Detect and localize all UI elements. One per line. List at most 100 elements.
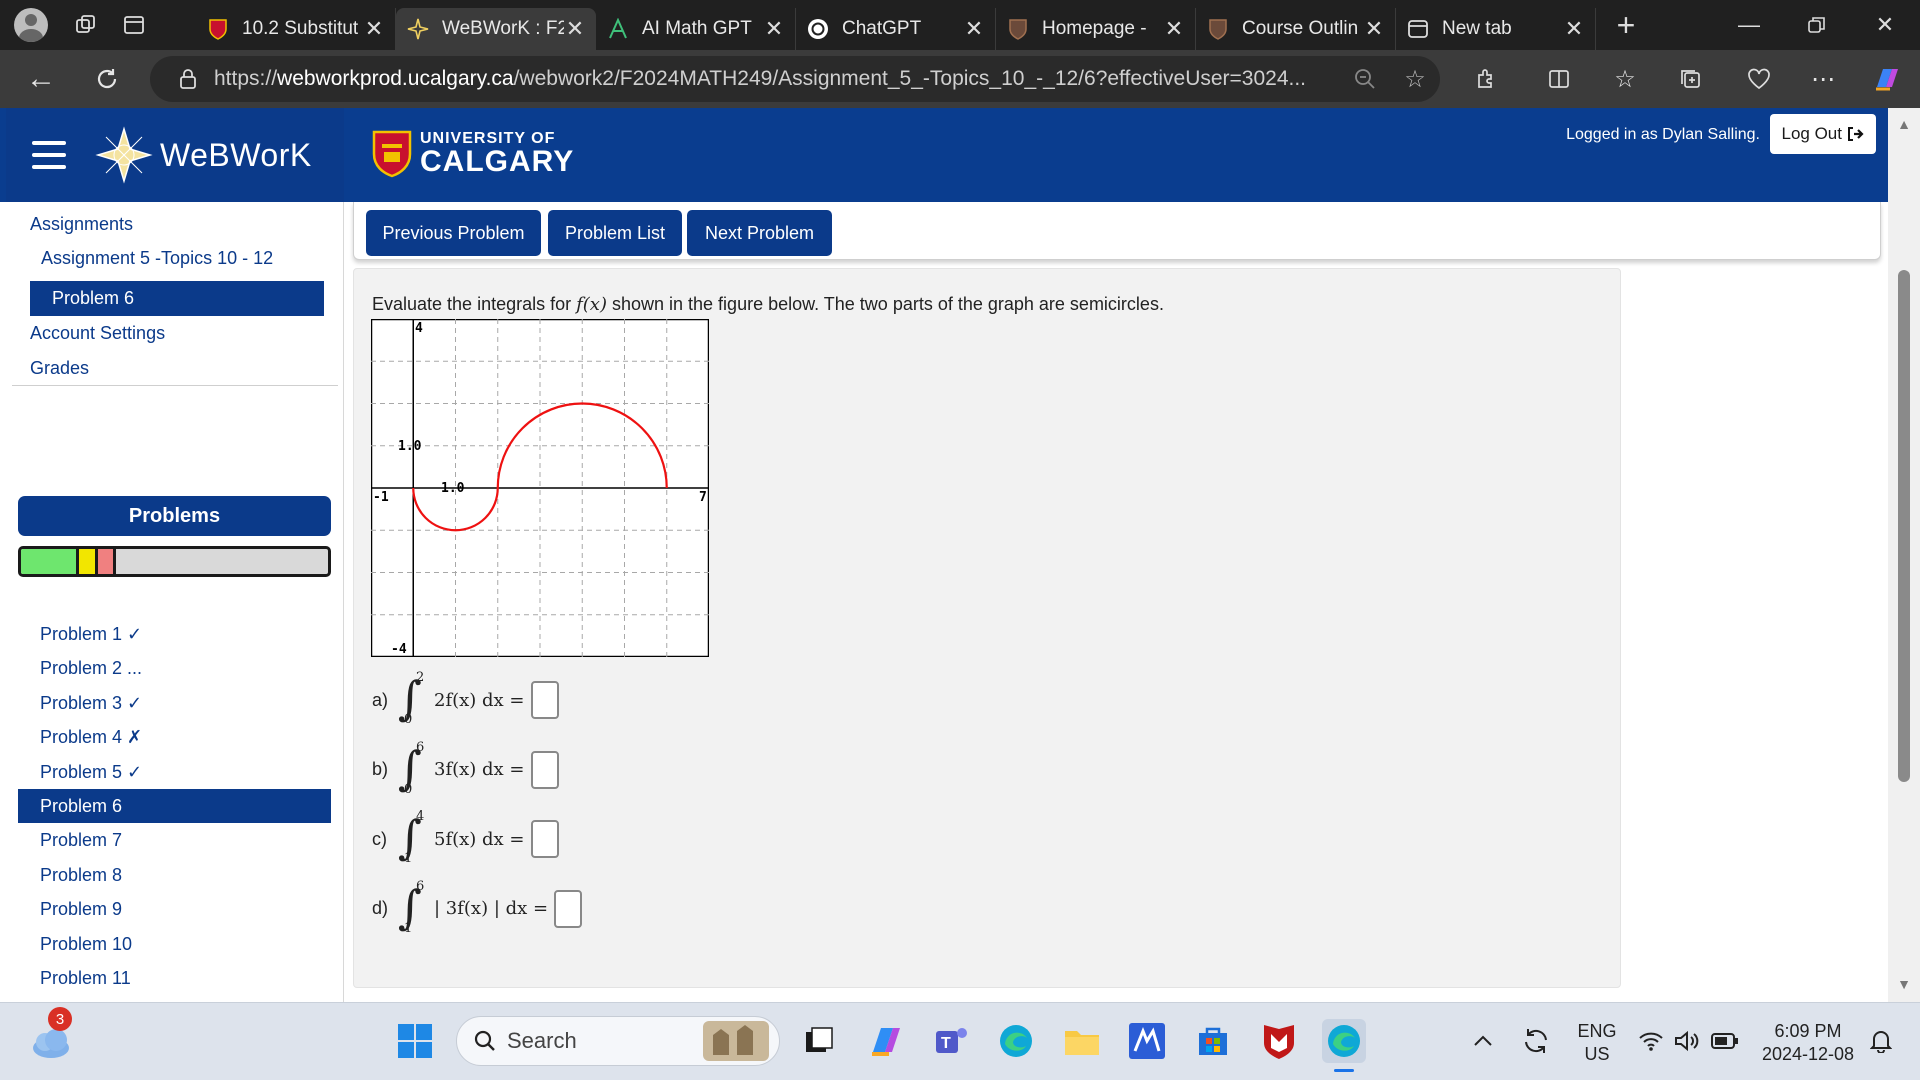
close-icon[interactable]: ✕ <box>963 16 985 42</box>
zoom-icon[interactable] <box>1340 68 1390 90</box>
tab-ai-math-gpt[interactable]: AI Math GPT ✕ <box>596 8 796 50</box>
sidebar-item-account-settings[interactable]: Account Settings <box>30 323 165 344</box>
favorites-icon[interactable]: ☆ <box>1602 56 1648 102</box>
microsoft-store-icon[interactable] <box>1191 1019 1235 1063</box>
sidebar-problem-4[interactable]: Problem 4 ✗ <box>40 727 142 748</box>
part-label: b) <box>372 759 389 779</box>
problem-list-button[interactable]: Problem List <box>548 210 682 256</box>
language-indicator[interactable]: ENG US <box>1574 1020 1620 1065</box>
browser-essentials-icon[interactable] <box>1736 56 1782 102</box>
tab-chatgpt[interactable]: ChatGPT ✕ <box>796 8 996 50</box>
notification-bell-icon[interactable] <box>1866 1019 1896 1063</box>
previous-problem-button[interactable]: Previous Problem <box>366 210 541 256</box>
collections-icon[interactable] <box>1668 56 1714 102</box>
sync-icon[interactable] <box>1514 1019 1558 1063</box>
sidebar-problem-5[interactable]: Problem 5 ✓ <box>40 762 142 783</box>
teams-icon[interactable]: T <box>929 1019 973 1063</box>
more-options-icon[interactable]: ⋯ <box>1800 56 1846 102</box>
edge-active-icon[interactable] <box>1322 1019 1366 1072</box>
page-header: WeBWorK UNIVERSITY OF CALGARY Logged in … <box>0 108 1888 202</box>
taskbar-search[interactable]: Search <box>456 1016 780 1066</box>
mcafee-shield-icon[interactable] <box>1257 1019 1301 1063</box>
copilot-app-icon[interactable] <box>864 1019 908 1063</box>
sidebar-problem-11[interactable]: Problem 11 <box>40 968 131 989</box>
sidebar-item-assignments[interactable]: Assignments <box>30 214 133 235</box>
scroll-down-icon[interactable]: ▼ <box>1896 976 1912 992</box>
problems-header[interactable]: Problems <box>18 496 331 536</box>
tray-chevron-up-icon[interactable] <box>1468 1019 1498 1063</box>
calgary-crest-icon <box>372 130 412 178</box>
weather-widget-icon[interactable]: 3 <box>26 1007 76 1065</box>
webwork-page: WeBWorK UNIVERSITY OF CALGARY Logged in … <box>0 108 1888 1002</box>
file-explorer-icon[interactable] <box>1060 1019 1104 1063</box>
task-view-icon[interactable] <box>797 1019 841 1063</box>
answer-input[interactable] <box>554 889 583 928</box>
sidebar-problem-3[interactable]: Problem 3 ✓ <box>40 693 142 714</box>
sidebar-problem-9[interactable]: Problem 9 <box>40 899 122 920</box>
integral-sign: ∫ 6 1 <box>398 878 425 936</box>
sidebar-problem-10[interactable]: Problem 10 <box>40 934 132 955</box>
reload-icon[interactable] <box>84 56 130 102</box>
new-tab-button[interactable]: + <box>1596 0 1656 50</box>
menu-hamburger-icon[interactable] <box>32 141 66 169</box>
close-icon[interactable]: ✕ <box>763 16 785 42</box>
university-logo[interactable]: UNIVERSITY OF CALGARY <box>372 130 574 178</box>
logout-button[interactable]: Log Out <box>1769 114 1876 154</box>
tab-new-tab[interactable]: New tab ✕ <box>1396 8 1596 50</box>
logged-in-text: Logged in as Dylan Salling. <box>1566 126 1760 143</box>
close-icon[interactable]: ✕ <box>1363 16 1385 42</box>
edge-taskbar-icon[interactable] <box>994 1019 1038 1063</box>
extensions-icon[interactable] <box>1464 56 1510 102</box>
sidebar-problem-2[interactable]: Problem 2 ... <box>40 658 142 679</box>
answer-input[interactable] <box>530 681 559 719</box>
answer-input[interactable] <box>530 750 559 789</box>
tab-actions-icon[interactable] <box>110 0 158 50</box>
copilot-icon[interactable] <box>1864 56 1910 102</box>
sidebar-item-grades[interactable]: Grades <box>30 358 89 379</box>
page-scrollbar[interactable]: ▲ ▼ <box>1888 108 1920 1002</box>
tab-homepage[interactable]: Homepage - ✕ <box>996 8 1196 50</box>
tab-substitution[interactable]: 10.2 Substitut ✕ <box>196 8 396 50</box>
sidebar-problem-7[interactable]: Problem 7 <box>40 830 122 851</box>
start-windows-icon[interactable] <box>393 1019 437 1063</box>
sidebar-item-current-problem[interactable]: Problem 6 <box>30 281 324 316</box>
problem-panel: Evaluate the integrals for f(x) shown in… <box>353 268 1621 988</box>
progress-segment <box>113 549 117 574</box>
scroll-up-icon[interactable]: ▲ <box>1896 116 1912 132</box>
split-screen-icon[interactable] <box>1536 56 1582 102</box>
integrand: | 3f(x) | dx = <box>434 898 549 919</box>
back-icon[interactable]: ← <box>18 56 64 102</box>
close-icon[interactable]: ✕ <box>564 16 586 42</box>
battery-icon[interactable] <box>1706 1019 1744 1063</box>
lower-limit: 0 <box>404 781 413 797</box>
url-domain: webworkprod.ucalgary.ca <box>277 67 514 90</box>
ai-math-icon <box>606 17 630 41</box>
close-icon[interactable]: ✕ <box>1563 16 1585 42</box>
url-field[interactable]: https://webworkprod.ucalgary.ca/webwork2… <box>150 56 1440 102</box>
close-icon[interactable]: ✕ <box>363 16 385 42</box>
answer-input[interactable] <box>530 820 559 858</box>
minimize-icon[interactable]: — <box>1714 0 1784 50</box>
close-icon[interactable]: ✕ <box>1163 16 1185 42</box>
math-app-icon[interactable] <box>1125 1019 1169 1063</box>
sidebar-problem-6[interactable]: Problem 6 <box>18 789 331 823</box>
profile-avatar-icon[interactable] <box>0 0 62 50</box>
lower-limit: 1 <box>404 851 413 866</box>
volume-icon[interactable] <box>1668 1019 1706 1063</box>
progress-bar <box>18 546 331 577</box>
restore-icon[interactable] <box>1782 0 1852 50</box>
lock-icon[interactable] <box>168 68 208 90</box>
favorite-star-icon[interactable]: ☆ <box>1390 65 1440 94</box>
tab-webwork[interactable]: WeBWorK : F2 ✕ <box>396 8 596 50</box>
close-window-icon[interactable]: ✕ <box>1850 0 1920 50</box>
tab-course-outline[interactable]: Course Outlin ✕ <box>1196 8 1396 50</box>
app-title[interactable]: WeBWorK <box>160 137 312 174</box>
workspaces-icon[interactable] <box>62 0 110 50</box>
next-problem-button[interactable]: Next Problem <box>687 210 832 256</box>
sidebar-problem-1[interactable]: Problem 1 ✓ <box>40 624 142 645</box>
scroll-thumb[interactable] <box>1898 270 1910 782</box>
sidebar-item-assignment[interactable]: Assignment 5 -Topics 10 - 12 <box>41 248 273 269</box>
wifi-icon[interactable] <box>1632 1019 1670 1063</box>
clock[interactable]: 6:09 PM 2024-12-08 <box>1756 1020 1860 1065</box>
sidebar-problem-8[interactable]: Problem 8 <box>40 865 122 886</box>
